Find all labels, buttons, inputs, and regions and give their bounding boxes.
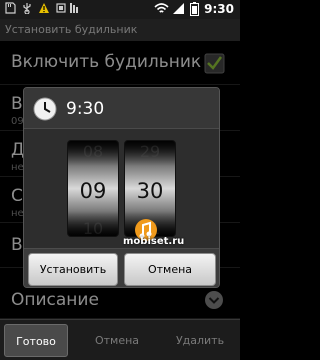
revert-button[interactable]: Отмена: [84, 324, 150, 357]
wifi-icon: [154, 3, 169, 13]
bottom-action-bar: Готово Отмена Удалить: [0, 319, 240, 360]
alarm-clock-icon: [33, 97, 57, 121]
dialog-title: 9:30: [66, 99, 105, 119]
status-bar: 9:30: [0, 0, 240, 19]
storage-icon: [70, 3, 78, 13]
watermark-text: mobiset.ru: [123, 236, 185, 247]
usb-icon: [23, 3, 31, 14]
sd-card-icon: [5, 2, 16, 14]
debug-icon: [56, 3, 66, 13]
hour-wheel[interactable]: 08 09 10: [67, 140, 119, 237]
warning-icon: [39, 3, 49, 13]
hour-current[interactable]: 09: [68, 179, 118, 203]
done-button[interactable]: Готово: [4, 324, 68, 357]
signal-icon: [173, 3, 184, 14]
dialog-button-bar: Установить Отмена: [24, 248, 219, 287]
minute-current[interactable]: 30: [125, 179, 175, 203]
dialog-header: 9:30: [24, 88, 219, 129]
set-button[interactable]: Установить: [28, 253, 118, 286]
battery-icon: [190, 2, 199, 16]
delete-button[interactable]: Удалить: [166, 324, 234, 357]
cancel-button[interactable]: Отмена: [124, 253, 216, 286]
status-time: 9:30: [204, 2, 234, 16]
time-picker-dialog: 9:30 08 09 10 29 30 31 mobiset.ru Устано…: [23, 87, 220, 288]
